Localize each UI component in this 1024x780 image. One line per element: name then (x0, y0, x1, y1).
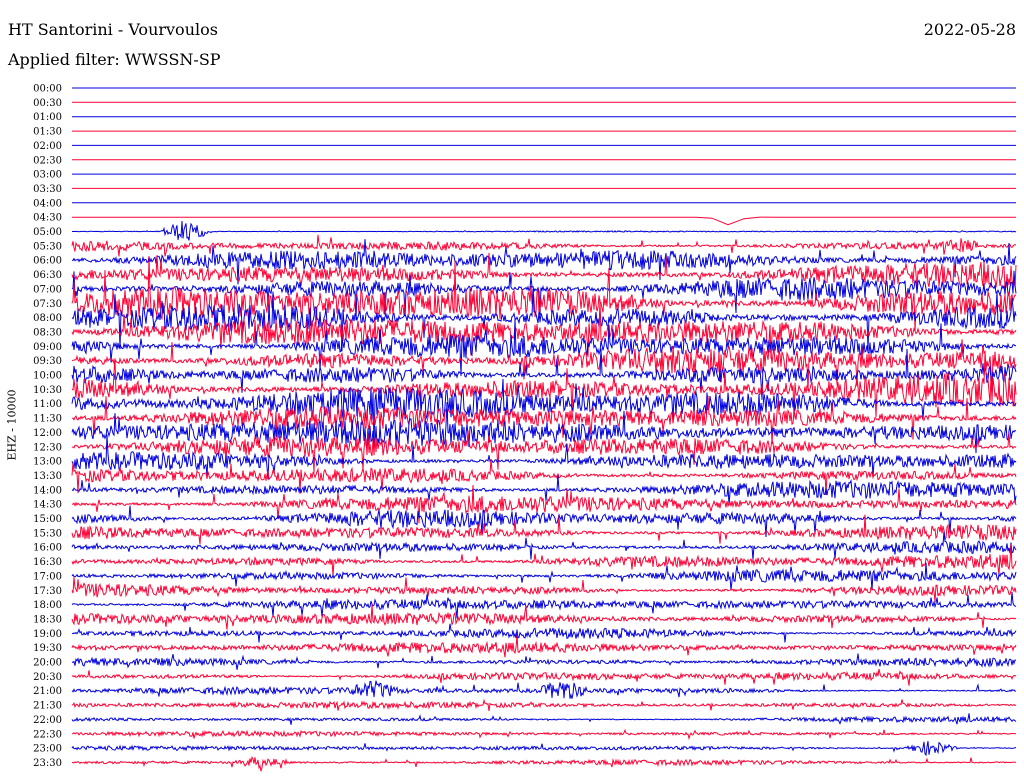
row-label: 01:30 (33, 127, 62, 138)
row-label: 12:30 (33, 442, 62, 453)
row-label: 17:00 (33, 571, 62, 582)
row-label: 07:30 (33, 299, 62, 310)
trace-row (71, 591, 1017, 619)
trace-row (71, 713, 1017, 725)
trace-row (71, 577, 1017, 603)
row-label: 13:00 (33, 457, 62, 468)
row-label: 16:00 (33, 543, 62, 554)
row-label: 19:30 (33, 643, 62, 654)
row-label: 03:30 (33, 184, 62, 195)
row-label: 03:00 (33, 170, 62, 181)
row-label: 00:00 (33, 84, 62, 95)
row-label: 13:30 (33, 471, 62, 482)
row-label: 06:00 (33, 256, 62, 267)
row-label: 10:30 (33, 385, 62, 396)
trace-row (71, 698, 1017, 712)
trace-row (71, 741, 1017, 757)
row-label: 21:30 (33, 701, 62, 712)
trace-row (71, 623, 1017, 643)
trace-row (71, 668, 1017, 686)
row-label: 09:30 (33, 356, 62, 367)
row-label: 20:30 (33, 672, 62, 683)
row-label: 08:00 (33, 313, 62, 324)
row-label: 17:30 (33, 586, 62, 597)
row-label: 02:00 (33, 141, 62, 152)
row-label: 02:30 (33, 155, 62, 166)
row-label: 18:00 (33, 600, 62, 611)
row-label: 15:00 (33, 514, 62, 525)
trace-row (71, 562, 1017, 591)
row-label: 12:00 (33, 428, 62, 439)
row-label: 21:00 (33, 686, 62, 697)
row-label: 10:00 (33, 371, 62, 382)
row-label: 04:00 (33, 198, 62, 209)
row-label: 15:30 (33, 528, 62, 539)
row-label: 20:00 (33, 658, 62, 669)
row-label: 23:00 (33, 744, 62, 755)
row-label: 19:00 (33, 629, 62, 640)
trace-row (71, 256, 1017, 336)
trace-row (72, 216, 1016, 226)
row-label: 14:00 (33, 485, 62, 496)
row-label: 22:00 (33, 715, 62, 726)
trace-row (71, 680, 1017, 699)
row-label: 05:30 (33, 241, 62, 252)
row-label: 05:00 (33, 227, 62, 238)
row-label: 06:30 (33, 270, 62, 281)
trace-row (71, 653, 1017, 670)
row-label: 16:30 (33, 557, 62, 568)
row-label: 01:00 (33, 112, 62, 123)
row-label: 07:00 (33, 284, 62, 295)
trace-row (72, 220, 1017, 241)
row-label: 08:30 (33, 327, 62, 338)
trace-row (71, 728, 1017, 741)
helicorder-plot: 00:00 00:30 01:00 01:30 02:00 02:30 03:00 03:30… (33, 84, 1017, 772)
row-label: 11:30 (33, 414, 62, 425)
row-label: 09:00 (33, 342, 62, 353)
row-label: 23:30 (33, 758, 62, 769)
trace-row (71, 603, 1017, 630)
row-label: 22:30 (33, 729, 62, 740)
trace-row (71, 635, 1017, 658)
trace-row (71, 756, 1017, 772)
row-label: 14:30 (33, 500, 62, 511)
row-label: 18:30 (33, 614, 62, 625)
row-label: 00:30 (33, 98, 62, 109)
row-label: 04:30 (33, 213, 62, 224)
row-label: 11:00 (33, 399, 62, 410)
